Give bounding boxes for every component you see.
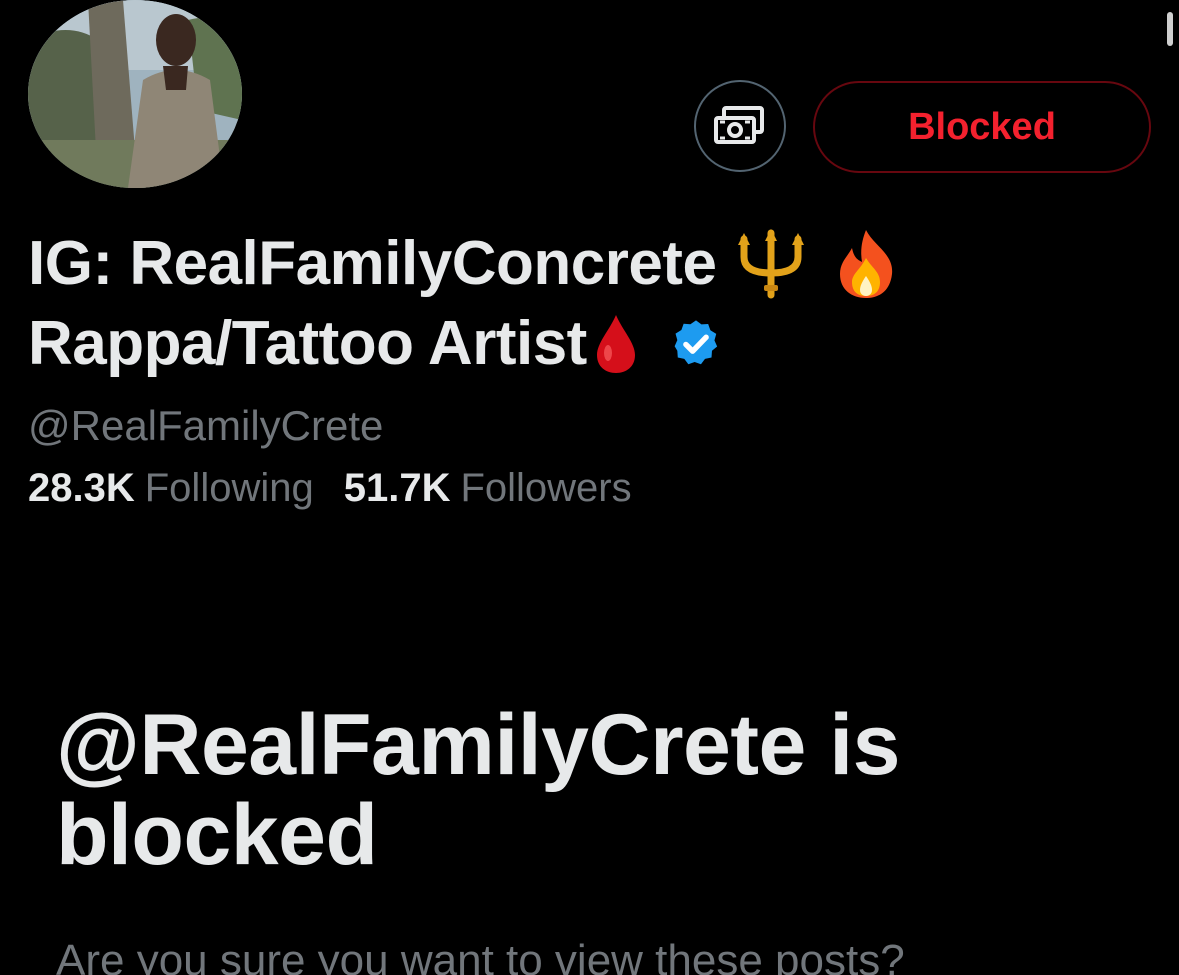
profile-handle: @RealFamilyCrete xyxy=(28,402,384,449)
following-label: Following xyxy=(144,466,314,510)
profile-stats: 28.3K Following 51.7K Followers xyxy=(28,466,632,511)
following-link[interactable]: 28.3K Following xyxy=(28,466,314,511)
followers-label: Followers xyxy=(460,466,632,510)
display-name-line-1: IG: RealFamilyConcrete xyxy=(28,224,1148,304)
avatar-photo xyxy=(28,0,242,188)
display-name-text-2: Rappa/Tattoo Artist xyxy=(28,309,587,378)
followers-count: 51.7K xyxy=(343,466,451,510)
following-count: 28.3K xyxy=(28,466,135,510)
scrollbar[interactable] xyxy=(1167,12,1173,46)
profile-screen: Blocked IG: RealFamilyConcrete Rappa/Tat… xyxy=(0,0,1179,975)
display-name-line-2: Rappa/Tattoo Artist xyxy=(28,304,1148,384)
fire-emoji xyxy=(834,228,898,300)
trident-emoji xyxy=(734,229,808,299)
blocked-button[interactable]: Blocked xyxy=(813,81,1151,173)
display-name: IG: RealFamilyConcrete Rappa/Tattoo Arti… xyxy=(28,224,1148,384)
verified-badge-icon[interactable] xyxy=(669,317,723,371)
blocked-button-label: Blocked xyxy=(908,105,1056,148)
blocked-notice-title: @RealFamilyCrete is blocked xyxy=(56,697,900,883)
followers-link[interactable]: 51.7K Followers xyxy=(344,466,632,511)
avatar[interactable] xyxy=(28,0,242,188)
tip-button[interactable] xyxy=(694,80,786,172)
money-icon xyxy=(714,106,764,144)
drop-of-blood-emoji xyxy=(593,313,639,375)
display-name-text-1: IG: RealFamilyConcrete xyxy=(28,229,717,298)
blocked-notice-subtitle: Are you sure you want to view these post… xyxy=(56,936,905,975)
